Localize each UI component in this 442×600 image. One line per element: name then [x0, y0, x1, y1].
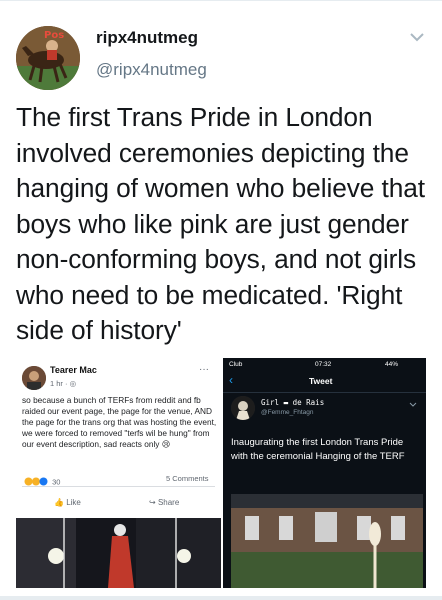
media-image-right[interactable]: Club 07:32 44% ‹ Tweet Girl ▬ de Rais @F… — [223, 358, 426, 588]
back-arrow-icon: ‹ — [229, 373, 233, 387]
quoted-chevron-icon — [409, 402, 417, 407]
fb-post-text: so because a bunch of TERFs from reddit … — [22, 395, 217, 449]
status-time: 07:32 — [315, 361, 332, 368]
quoted-author-name: Girl ▬ de Rais — [261, 398, 325, 407]
status-carrier: Club — [229, 361, 243, 368]
thumbs-up-icon: 👍 — [54, 498, 64, 507]
media-image-left[interactable]: Tearer Mac 1 hr · ◎ ··· so because a bun… — [16, 358, 221, 588]
user-handle[interactable]: @ripx4nutmeg — [96, 60, 207, 80]
phone-status-bar: Club 07:32 44% — [223, 358, 426, 372]
quoted-author-handle: @Femme_Fhtagn — [261, 409, 314, 416]
facebook-post-card: Tearer Mac 1 hr · ◎ ··· so because a bun… — [16, 358, 221, 518]
fb-divider — [22, 486, 215, 487]
fb-post-photo — [16, 518, 221, 588]
top-divider — [0, 0, 442, 1]
tweet-text: The first Trans Pride in London involved… — [16, 102, 425, 345]
fb-like-button: 👍 Like — [54, 498, 81, 507]
quoted-avatar — [231, 396, 255, 420]
tweet-header-title: Tweet — [309, 376, 333, 386]
quoted-tweet-text: Inaugurating the first London Trans Prid… — [231, 437, 405, 462]
status-battery: 44% — [385, 361, 399, 368]
avatar[interactable]: Pos — [16, 26, 80, 90]
share-arrow-icon: ↪ — [149, 498, 156, 507]
tweet-media[interactable]: Tearer Mac 1 hr · ◎ ··· so because a bun… — [16, 358, 426, 588]
fb-author-name: Tearer Mac — [50, 365, 97, 375]
fb-comment-count: 5 Comments — [166, 474, 209, 483]
bottom-divider — [0, 596, 442, 600]
fb-share-label: Share — [157, 498, 180, 507]
fb-post-meta: 1 hr · ◎ — [50, 379, 77, 388]
fb-avatar — [22, 366, 46, 390]
avatar-image: Pos — [16, 26, 80, 90]
more-options-icon: ··· — [199, 364, 209, 375]
fb-like-label: Like — [66, 498, 81, 507]
display-name[interactable]: ripx4nutmeg — [96, 28, 198, 48]
svg-text:Pos: Pos — [44, 30, 64, 41]
header-divider — [223, 392, 426, 393]
fb-share-button: ↪ Share — [149, 498, 179, 507]
quoted-tweet-photo — [231, 494, 423, 588]
chevron-down-icon[interactable] — [409, 32, 425, 42]
